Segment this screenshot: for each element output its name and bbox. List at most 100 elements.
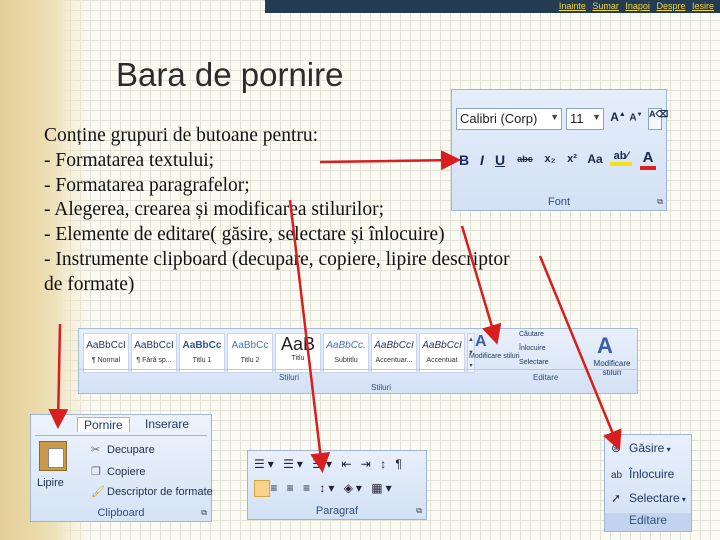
nav-link-summary[interactable]: Sumar (592, 1, 619, 11)
chevron-down-icon: ▼ (592, 112, 601, 122)
change-case-button[interactable]: Aa (584, 152, 606, 166)
select-button[interactable]: ➚ Selectare ▾ (611, 491, 686, 505)
style-name: Titlu (291, 355, 305, 362)
copy-button[interactable]: ❐ Copiere (91, 465, 146, 478)
modify-styles-big-label[interactable]: Modificare stiluri (587, 359, 637, 377)
style-name: Accentuar... (375, 357, 413, 364)
style-tile[interactable]: AaBbCc Titlu 1 (179, 333, 225, 373)
styles-label: Stiluri (371, 383, 392, 392)
editing-group-screenshot: ⊛ Găsire ▾ ab Înlocuire ➚ Selectare ▾ Edita… (604, 434, 692, 532)
nav-link-exit[interactable]: Iesire (692, 1, 714, 11)
paragraph-label: Paragraf (315, 505, 359, 517)
font-name-combo[interactable]: Calibri (Corp) ▼ (456, 108, 562, 130)
align-left-selected (254, 480, 270, 497)
nav-link-back[interactable]: Inapoi (625, 1, 650, 11)
style-name: Titlu 1 (192, 357, 212, 364)
select-label: Selectare (629, 491, 680, 505)
style-sample: AaBbCc (182, 340, 222, 351)
style-tile[interactable]: AaB Titlu (275, 333, 321, 373)
dialog-launcher-icon[interactable]: ⧉ (201, 508, 207, 518)
replace-small-label[interactable]: Înlocuire (519, 345, 545, 352)
tab-insert[interactable]: Inserare (139, 417, 195, 431)
paragraph-row-2[interactable]: ≡ ≡ ≡ ≡ ↕▾ ◈▾ ▦▾ (254, 481, 395, 495)
style-tile[interactable]: AaBbCcI ¶ Fără sp... (131, 333, 177, 373)
strikethrough-button[interactable]: abc (514, 154, 536, 164)
copy-icon: ❐ (91, 466, 101, 478)
style-tile[interactable]: AaBbCcI Accentuat (419, 333, 465, 373)
style-sample: AaBbCc (231, 340, 269, 351)
editing-label: Editare (605, 513, 691, 531)
highlight-color-button[interactable]: ab⁄ (610, 150, 632, 166)
clear-formatting-icon[interactable]: A⌫ (648, 108, 668, 130)
body-line: - Elemente de editare( găsire, selectare… (44, 224, 445, 246)
tab-home[interactable]: Pornire (77, 417, 130, 432)
font-size-combo[interactable]: 11 ▼ (566, 108, 604, 130)
style-name: Subtitlu (334, 357, 358, 364)
style-sample: AaBbCcI (422, 340, 462, 351)
style-tile[interactable]: AaBbCcI ¶ Normal (83, 333, 129, 373)
nav-link-next[interactable]: Inainte (559, 1, 586, 11)
dialog-launcher-icon[interactable]: ⧉ (416, 506, 422, 516)
replace-icon: ab (611, 470, 623, 481)
cursor-icon: ➚ (611, 491, 622, 505)
font-name-value: Calibri (Corp) (460, 111, 538, 126)
font-size-value: 11 (570, 111, 584, 126)
style-sample: AaBbCcI (134, 340, 174, 351)
style-tile[interactable]: AaBbCc. Subtitlu (323, 333, 369, 373)
style-name: ¶ Normal (91, 357, 121, 364)
clipboard-label: Clipboard (97, 507, 145, 519)
find-small-label[interactable]: Căutare (519, 331, 544, 338)
brush-icon: 🖌 (91, 486, 105, 498)
paragraph-group-screenshot: ☰▾ ☰▾ ☰▾ ⇤ ⇥ ↕ ¶ ≡ ≡ ≡ ≡ ↕▾ ◈▾ ▦▾ Paragr… (247, 450, 427, 520)
binoculars-icon: ⊛ (611, 441, 622, 455)
select-small-label[interactable]: Selectare (519, 359, 549, 366)
shrink-font-icon[interactable]: A▼ (628, 112, 644, 123)
superscript-button[interactable]: x² (562, 153, 582, 165)
dialog-launcher-icon[interactable]: ⧉ (657, 197, 663, 207)
find-label: Găsire (629, 441, 665, 455)
font-group-label: Font (547, 196, 570, 208)
cut-button[interactable]: ✂ Decupare (91, 443, 155, 456)
replace-label: Înlocuire (629, 467, 675, 481)
body-line: - Instrumente clipboard (decupare, copie… (44, 248, 510, 270)
scissors-icon: ✂ (91, 444, 101, 456)
bold-button[interactable]: B (456, 152, 472, 168)
styles-small-label: Stiluri (279, 373, 300, 382)
clipboard-group-screenshot: Pornire Inserare Lipire ✂ Decupare ❐ Copie… (30, 414, 213, 522)
style-sample: AaBbCcI (86, 340, 126, 351)
style-name: Accentuat (426, 357, 458, 364)
copy-label: Copiere (107, 466, 146, 478)
editing-small-label: Editare (533, 373, 559, 382)
cut-label: Decupare (107, 444, 155, 456)
style-tile[interactable]: AaBbCc Titlu 2 (227, 333, 273, 373)
font-group-screenshot: Calibri (Corp) ▼ 11 ▼ A▲ A▼ A⌫ B I U abc… (451, 89, 668, 211)
chevron-down-icon: ▼ (550, 112, 559, 122)
font-color-button[interactable]: A (640, 149, 656, 170)
style-sample: AaBbCcI (374, 340, 414, 351)
style-sample: AaB (280, 334, 316, 354)
body-line: de formate) (44, 273, 135, 295)
paragraph-row-1[interactable]: ☰▾ ☰▾ ☰▾ ⇤ ⇥ ↕ ¶ (254, 457, 405, 471)
format-painter-label: Descriptor de formate (107, 486, 213, 498)
modify-styles-small-label[interactable]: Modificare stiluri (469, 353, 520, 360)
italic-button[interactable]: I (474, 152, 490, 168)
modify-styles-icon[interactable]: A (475, 333, 487, 351)
tab-divider (35, 435, 207, 436)
style-name: Titlu 2 (240, 357, 260, 364)
underline-button[interactable]: U (492, 152, 508, 168)
grow-font-icon[interactable]: A▲ (610, 110, 626, 124)
slide-title: Bara de pornire (116, 56, 344, 93)
paste-label[interactable]: Lipire (37, 477, 64, 489)
modify-styles-big-icon[interactable]: A (597, 333, 613, 359)
paste-icon[interactable] (39, 441, 67, 471)
replace-button[interactable]: ab Înlocuire (611, 467, 674, 481)
styles-group-screenshot: AaBbCcI ¶ Normal AaBbCcI ¶ Fără sp... Aa… (78, 328, 638, 394)
style-tile[interactable]: AaBbCcI Accentuar... (371, 333, 417, 373)
style-sample: AaBbCc. (326, 340, 366, 351)
find-button[interactable]: ⊛ Găsire ▾ (611, 441, 671, 455)
format-painter-button[interactable]: 🖌 Descriptor de formate (91, 485, 213, 498)
navigation-bar: Inainte Sumar Inapoi Despre Iesire (265, 0, 720, 13)
nav-link-about[interactable]: Despre (656, 1, 685, 11)
styles-divider (79, 369, 637, 370)
subscript-button[interactable]: x₂ (540, 153, 560, 165)
